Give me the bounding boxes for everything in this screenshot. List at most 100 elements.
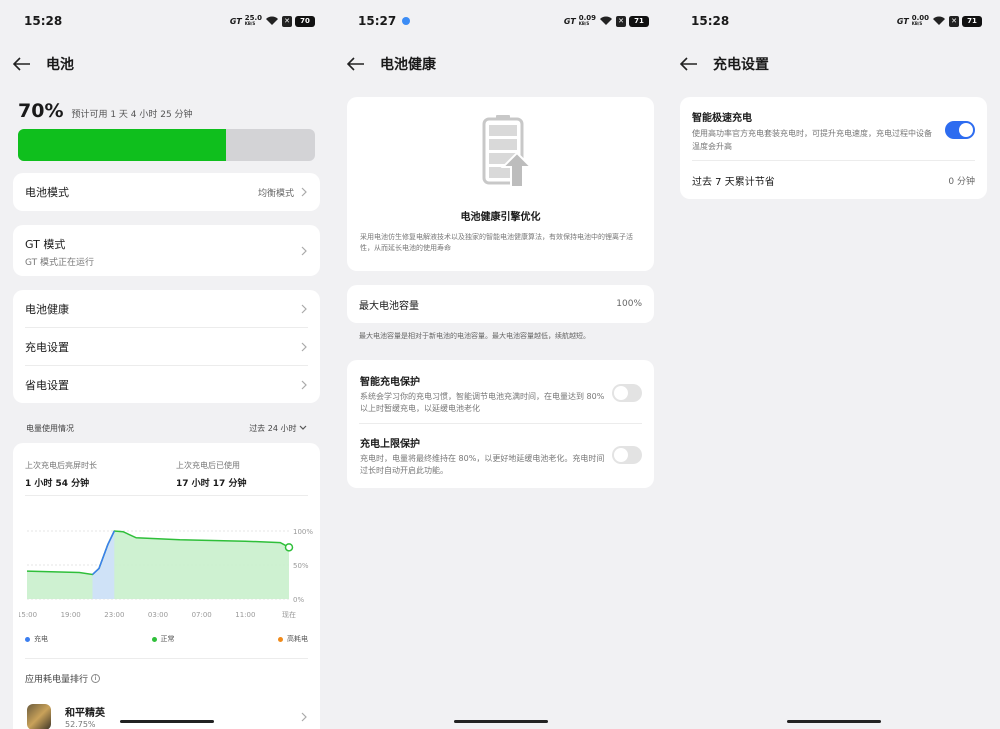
- stat-used-time-value: 17 小时 17 分钟: [176, 479, 247, 489]
- limit-protect-item: 充电上限保护 充电时，电量将最终维持在 80%，以更好地延缓电池老化。充电时间过…: [360, 435, 605, 477]
- gt-mode-label: GT 模式: [25, 238, 66, 251]
- stat-used-time-label: 上次充电后已使用: [176, 461, 240, 470]
- x-tick-label: 19:00: [61, 611, 81, 619]
- fast-charge-toggle[interactable]: [945, 121, 975, 139]
- menu-label-charge-settings: 充电设置: [25, 340, 69, 354]
- page-title: 充电设置: [713, 57, 769, 73]
- smart-protect-desc: 系统会学习你的充电习惯，智能调节电池充满时间，在电量达到 80% 以上时暂缓充电…: [360, 392, 605, 413]
- stat-screen-on: 上次充电后亮屏时长 1 小时 54 分钟: [25, 460, 97, 489]
- battery-status-icon: 71: [962, 15, 982, 27]
- gt-mode-desc: GT 模式正在运行: [25, 258, 95, 268]
- menu-item-power-saving[interactable]: 省电设置: [13, 366, 320, 403]
- ranking-title-label: 应用耗电量排行: [25, 675, 89, 685]
- wifi-icon: [265, 16, 279, 26]
- limit-protect-toggle[interactable]: [612, 446, 642, 464]
- saved-time-label: 过去 7 天累计节省: [692, 176, 775, 188]
- health-engine-desc: 采用电池仿生修复电解液技术以及独家的智能电池健康算法，有效保持电池中的锂离子活性…: [360, 233, 633, 252]
- chevron-right-icon: [301, 380, 307, 389]
- capacity-value: 100%: [616, 299, 642, 309]
- gt-badge: GT: [896, 16, 909, 26]
- battery-health-screen: 15:27 GT 0.09 KB/S ✕ 71 电池健康 电池健康引擎优化 采用电…: [334, 0, 667, 729]
- chevron-right-icon: [301, 712, 307, 722]
- chevron-right-icon: [301, 246, 307, 256]
- x-tick-label: 11:00: [235, 611, 255, 619]
- stat-screen-on-value: 1 小时 54 分钟: [25, 479, 90, 489]
- app-icon: [27, 704, 51, 729]
- app-usage-row[interactable]: 和平精英 52.75%: [25, 702, 308, 729]
- menu-item-charge-settings[interactable]: 充电设置: [13, 328, 320, 365]
- menu-item-battery-health[interactable]: 电池健康: [13, 290, 320, 327]
- usage-chart: 100% 50% 0% 15:00 19:00 23:00 03:00 07:00 11:00 现…: [19, 528, 313, 619]
- usage-card: 上次充电后亮屏时长 1 小时 54 分钟 上次充电后已使用 17 小时 17 分…: [13, 443, 320, 729]
- x-tick-label: 03:00: [148, 611, 168, 619]
- x-tick-label: 23:00: [104, 611, 124, 619]
- home-indicator[interactable]: [453, 720, 548, 723]
- current-point: [284, 543, 294, 552]
- app-notification-icon: [402, 17, 411, 25]
- smart-protect-title: 智能充电保护: [360, 377, 420, 388]
- battery-upgrade-icon: [482, 115, 534, 188]
- usage-header: 电量使用情况 过去 24 小时: [26, 423, 307, 434]
- limit-protect-desc: 充电时，电量将最终维持在 80%，以更好地延缓电池老化。充电时间过长时自动开启此…: [360, 454, 605, 475]
- x-tick-label: 07:00: [192, 611, 212, 619]
- no-sim-icon: ✕: [949, 15, 959, 27]
- back-arrow-icon[interactable]: [679, 54, 699, 74]
- back-arrow-icon[interactable]: [346, 54, 366, 74]
- battery-mode-card[interactable]: 电池模式 均衡模式: [13, 173, 320, 211]
- capacity-note: 最大电池容量是相对于新电池的电池容量。最大电池容量越低，续航越短。: [359, 332, 590, 340]
- chevron-down-icon: [299, 425, 307, 430]
- stat-used-time: 上次充电后已使用 17 小时 17 分钟: [176, 460, 246, 489]
- legend-high-drain: 高耗电: [278, 634, 308, 644]
- legend-charging: 充电: [25, 634, 48, 644]
- page-header: 电池: [12, 54, 74, 74]
- chevron-right-icon: [301, 342, 307, 351]
- battery-mode-label: 电池模式: [25, 186, 69, 199]
- health-engine-card: 电池健康引擎优化 采用电池仿生修复电解液技术以及独家的智能电池健康算法，有效保持…: [347, 97, 654, 271]
- no-sim-icon: ✕: [282, 15, 292, 27]
- charge-settings-screen: 15:28 GT 0.00 KB/S ✕ 71 充电设置 智能极速充电 使用高功率…: [667, 0, 1000, 729]
- fast-charge-desc: 使用高功率官方充电套装充电时，可提升充电速度，充电过程中设备温度会升高: [692, 129, 932, 151]
- fast-charge-item: 智能极速充电 使用高功率官方充电套装充电时，可提升充电速度，充电过程中设备温度会…: [692, 109, 937, 153]
- app-percent: 52.75%: [65, 720, 96, 729]
- smart-protect-toggle[interactable]: [612, 384, 642, 402]
- gt-mode-card[interactable]: GT 模式 GT 模式正在运行: [13, 225, 320, 276]
- battery-mode-value: 均衡模式: [257, 188, 294, 199]
- info-icon[interactable]: i: [91, 674, 101, 683]
- menu-label-power-saving: 省电设置: [25, 378, 69, 392]
- usage-range-dropdown[interactable]: 过去 24 小时: [249, 423, 307, 434]
- gt-badge: GT: [563, 16, 576, 26]
- back-arrow-icon[interactable]: [12, 54, 32, 74]
- home-indicator[interactable]: [786, 720, 881, 723]
- net-speed-unit: KB/S: [244, 21, 256, 26]
- x-tick-label: 现在: [282, 610, 296, 619]
- y-tick-label: 0%: [293, 596, 304, 604]
- protection-card: 智能充电保护 系统会学习你的充电习惯，智能调节电池充满时间，在电量达到 80% …: [347, 360, 654, 488]
- legend-normal: 正常: [151, 634, 175, 644]
- battery-status-icon: 71: [629, 15, 649, 27]
- battery-screen: 15:28 GT 25.0 KB/S ✕ 70 电池 70% 预计可用 1 天 4…: [0, 0, 333, 729]
- battery-level-bar: [18, 129, 315, 161]
- wifi-icon: [932, 16, 946, 26]
- status-bar: 15:28 GT 0.00 KB/S ✕ 71: [691, 12, 982, 30]
- battery-percent: 70%: [18, 100, 64, 122]
- battery-estimate: 预计可用 1 天 4 小时 25 分钟: [71, 110, 193, 120]
- status-bar: 15:28 GT 25.0 KB/S ✕ 70: [24, 12, 315, 30]
- home-indicator[interactable]: [119, 720, 214, 723]
- smart-protect-item: 智能充电保护 系统会学习你的充电习惯，智能调节电池充满时间，在电量达到 80% …: [360, 373, 605, 415]
- battery-menu-card: 电池健康 充电设置 省电设置: [13, 290, 320, 403]
- capacity-card: 最大电池容量 100%: [347, 285, 654, 323]
- net-speed-unit: KB/S: [911, 21, 923, 26]
- status-bar: 15:27 GT 0.09 KB/S ✕ 71: [358, 12, 649, 30]
- battery-status-icon: 70: [295, 15, 315, 27]
- battery-level-fill: [18, 129, 226, 161]
- chevron-right-icon: [301, 304, 307, 313]
- status-time: 15:27: [358, 14, 397, 28]
- usage-title: 电量使用情况: [26, 424, 74, 433]
- x-tick-label: 15:00: [19, 611, 37, 619]
- page-header: 电池健康: [346, 54, 436, 74]
- stat-screen-on-label: 上次充电后亮屏时长: [25, 461, 97, 470]
- no-sim-icon: ✕: [616, 15, 626, 27]
- limit-protect-title: 充电上限保护: [360, 439, 420, 450]
- saved-time-row: 过去 7 天累计节省 0 分钟: [680, 161, 987, 199]
- chevron-right-icon: [301, 187, 307, 197]
